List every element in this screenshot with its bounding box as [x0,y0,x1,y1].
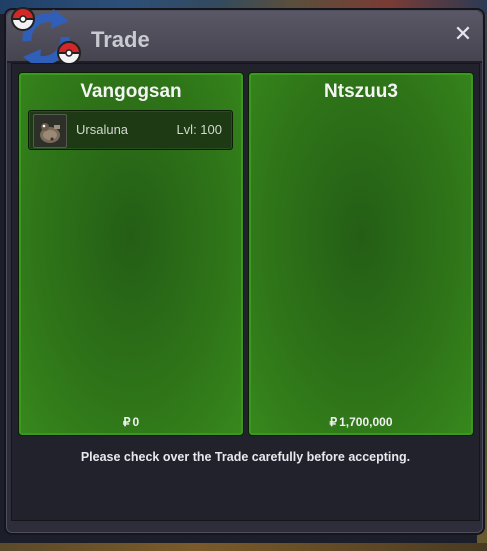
right-trade-panel: Ntszuu3 ₽1,700,000 [248,72,474,436]
window-title: Trade [91,27,150,52]
close-icon: ✕ [453,22,473,47]
ursaluna-sprite-icon [33,114,67,148]
right-money: ₽1,700,000 [249,415,473,429]
right-money-amount: 1,700,000 [339,415,393,429]
game-background-bottom [0,543,487,551]
close-button[interactable]: ✕ [452,24,474,46]
left-player-name: Vangogsan [80,81,182,102]
trade-window: Trade ✕ Vangogsan Ursaluna Lvl: 100 ₽ 0 … [6,7,483,533]
left-money-amount: 0 [132,415,140,429]
left-money[interactable]: ₽0 [19,415,243,429]
pokedollar-icon: ₽ [329,415,338,429]
pokemon-slot[interactable]: Ursaluna Lvl: 100 [28,110,233,150]
pokemon-name: Ursaluna [76,122,129,137]
pokedollar-icon: ₽ [122,415,131,429]
pokemon-level: Lvl: 100 [176,122,222,137]
right-player-name: Ntszuu3 [324,81,398,102]
trade-notice: Please check over the Trade carefully be… [80,450,411,464]
trade-body: Vangogsan Ursaluna Lvl: 100 ₽0 Ntszuu3 ₽… [11,63,480,521]
left-trade-panel[interactable]: Vangogsan Ursaluna Lvl: 100 ₽0 [18,72,244,436]
